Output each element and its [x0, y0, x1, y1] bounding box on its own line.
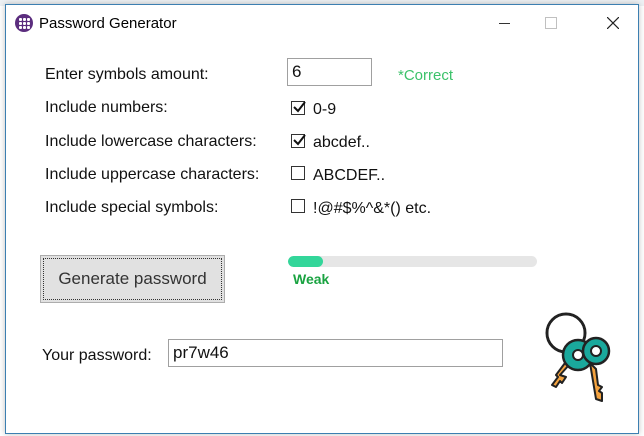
include-special-checkbox[interactable] — [291, 199, 305, 213]
include-lowercase-option: abcdef.. — [313, 134, 370, 151]
checkmark-icon — [293, 134, 306, 146]
password-generator-window: Password Generator Enter symbols amount:… — [5, 4, 639, 434]
password-output-field[interactable]: pr7w46 — [168, 339, 503, 367]
include-special-option: !@#$%^&*() etc. — [313, 200, 432, 217]
generate-password-button[interactable]: Generate password — [40, 255, 225, 303]
app-icon — [15, 14, 33, 32]
include-lowercase-label: Include lowercase characters: — [45, 133, 257, 150]
include-uppercase-checkbox[interactable] — [291, 166, 305, 180]
strength-progress-fill — [288, 256, 323, 267]
symbols-amount-label: Enter symbols amount: — [45, 66, 209, 83]
include-uppercase-option: ABCDEF.. — [313, 167, 386, 184]
symbols-amount-input[interactable]: 6 — [287, 58, 372, 86]
close-icon — [607, 17, 619, 29]
strength-progress-bar — [288, 256, 537, 267]
checkmark-icon — [293, 101, 306, 113]
close-button[interactable] — [590, 5, 636, 39]
include-special-label: Include special symbols: — [45, 199, 219, 216]
title-bar: Password Generator — [6, 5, 638, 41]
strength-label: Weak — [293, 271, 330, 287]
include-lowercase-checkbox[interactable] — [291, 134, 306, 148]
include-numbers-checkbox[interactable] — [291, 101, 306, 115]
keys-icon — [540, 311, 612, 412]
include-numbers-label: Include numbers: — [45, 99, 168, 116]
maximize-button[interactable] — [528, 5, 574, 39]
validation-text: *Correct — [398, 67, 454, 84]
include-numbers-option: 0-9 — [313, 101, 337, 118]
minimize-button[interactable] — [482, 5, 528, 39]
window-title: Password Generator — [39, 15, 177, 32]
your-password-label: Your password: — [42, 347, 152, 364]
include-uppercase-label: Include uppercase characters: — [45, 166, 260, 183]
